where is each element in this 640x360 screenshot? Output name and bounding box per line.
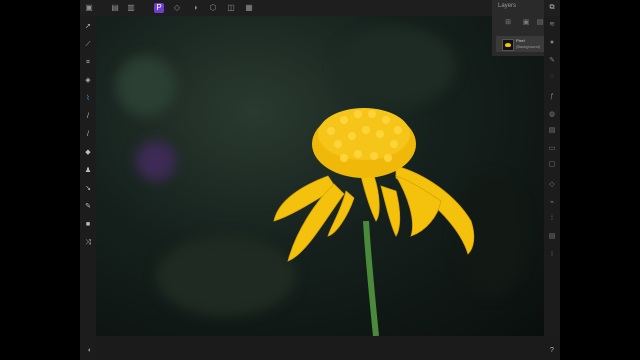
layer-name: Pixel <box>516 38 525 43</box>
history-studio-icon[interactable]: ▤ <box>547 232 557 242</box>
flower-photo <box>273 108 475 336</box>
histogram-studio-icon[interactable]: ⌁ <box>547 198 557 208</box>
documents-icon[interactable]: ▣ <box>84 3 94 13</box>
text-styles-studio-icon[interactable]: ▤ <box>547 126 557 136</box>
clone-tool-icon[interactable]: ♟ <box>83 166 93 176</box>
selection-brush-tool-icon[interactable]: ⌇ <box>83 94 93 104</box>
photo-canvas[interactable] <box>96 16 544 336</box>
dodge-tool-icon[interactable]: ✎ <box>83 202 93 212</box>
color-picker-tool-icon[interactable]: ⟋ <box>83 40 93 50</box>
layer-options-icon[interactable]: ▣ <box>522 19 530 27</box>
crop-tool-icon[interactable]: ⌗ <box>83 58 93 68</box>
color-studio-icon[interactable]: ● <box>547 38 557 48</box>
help-icon[interactable]: ? <box>547 346 557 356</box>
paint-brush-tool-icon[interactable]: / <box>83 112 93 122</box>
layers-panel-toolbar: ⊞ ▣ ▤ <box>492 17 544 31</box>
affinity-photo-window: ▣ ▤ ▥ P ◇ ◑ ⬡ ◫ ▦ ➚ ⟋ ⌗ ◈ ⌇ / / ◆ ♟ ↘ ✎ … <box>80 0 560 360</box>
color-swatch-icon[interactable]: ■ <box>83 220 93 230</box>
info-studio-icon[interactable]: ⁝ <box>547 250 557 260</box>
undo-icon[interactable]: ◐ <box>85 346 95 356</box>
liquify-persona-icon[interactable]: ◇ <box>172 3 182 13</box>
styles-studio-icon[interactable]: ◍ <box>547 110 557 120</box>
add-layer-icon[interactable]: ⊞ <box>504 19 512 27</box>
flood-fill-tool-icon[interactable]: ◈ <box>83 76 93 86</box>
tools-sidebar: ➚ ⟋ ⌗ ◈ ⌇ / / ◆ ♟ ↘ ✎ ■ ⤨ <box>80 16 96 360</box>
flower-stem <box>363 220 379 336</box>
layers-panel-title: Layers <box>498 3 517 9</box>
studio-toggle-icon[interactable]: ⧉ <box>547 3 557 13</box>
delete-layer-icon[interactable]: ▤ <box>536 19 544 27</box>
photo-persona-icon[interactable]: P <box>154 3 164 13</box>
layer-row[interactable]: Pixel (Background) <box>496 36 544 52</box>
develop-persona-icon[interactable]: ◑ <box>190 3 200 13</box>
history-icon[interactable]: ▥ <box>126 3 136 13</box>
petal <box>380 185 401 237</box>
selection-brush-icon[interactable]: ▦ <box>244 3 254 13</box>
healing-tool-icon[interactable]: ↘ <box>83 184 93 194</box>
bottom-bar <box>96 336 560 360</box>
layers-panel: Layers ⊞ ▣ ▤ Pixel (Background) <box>492 0 544 56</box>
export-persona-icon[interactable]: ◫ <box>226 3 236 13</box>
studio-sidebar: ≋ ● ✎ ◌ ƒ ◍ ▤ ▭ ▢ ◇ ⌁ ⁞ ▤ ⁝ <box>544 16 560 336</box>
layers-studio-icon[interactable]: ≋ <box>547 20 557 30</box>
tonemap-persona-icon[interactable]: ⬡ <box>208 3 218 13</box>
navigator-studio-icon[interactable]: ◇ <box>547 180 557 190</box>
pixel-tool-icon[interactable]: / <box>83 130 93 140</box>
channels-studio-icon[interactable]: ⁞ <box>547 214 557 224</box>
effects-studio-icon[interactable]: ƒ <box>547 92 557 102</box>
layer-subtitle: (Background) <box>516 44 541 49</box>
snapshots-studio-icon[interactable]: ▢ <box>547 160 557 170</box>
adjustments-studio-icon[interactable]: ◌ <box>547 72 557 82</box>
stock-studio-icon[interactable]: ▭ <box>547 144 557 154</box>
mesh-warp-tool-icon[interactable]: ⤨ <box>83 238 93 248</box>
brushes-studio-icon[interactable]: ✎ <box>547 56 557 66</box>
save-icon[interactable]: ▤ <box>110 3 120 13</box>
petal <box>360 175 380 222</box>
move-tool-icon[interactable]: ➚ <box>83 22 93 32</box>
erase-tool-icon[interactable]: ◆ <box>83 148 93 158</box>
layer-thumbnail <box>502 39 514 51</box>
top-toolbar: ▣ ▤ ▥ P ◇ ◑ ⬡ ◫ ▦ <box>80 0 560 16</box>
